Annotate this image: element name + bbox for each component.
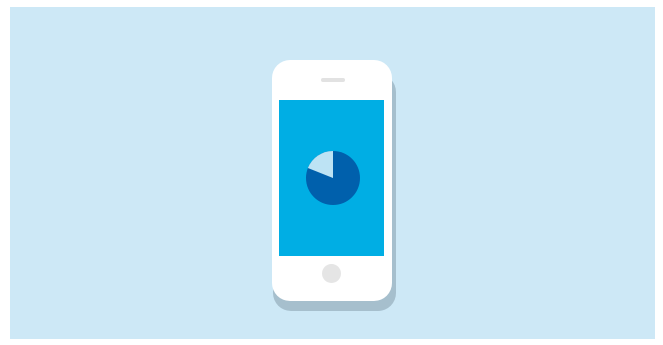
smartphone-icon	[272, 60, 392, 301]
speaker-slot	[321, 78, 345, 82]
home-button	[322, 264, 341, 283]
pie-chart-icon	[306, 151, 360, 205]
illustration-canvas	[10, 7, 655, 339]
phone-screen	[279, 100, 384, 256]
